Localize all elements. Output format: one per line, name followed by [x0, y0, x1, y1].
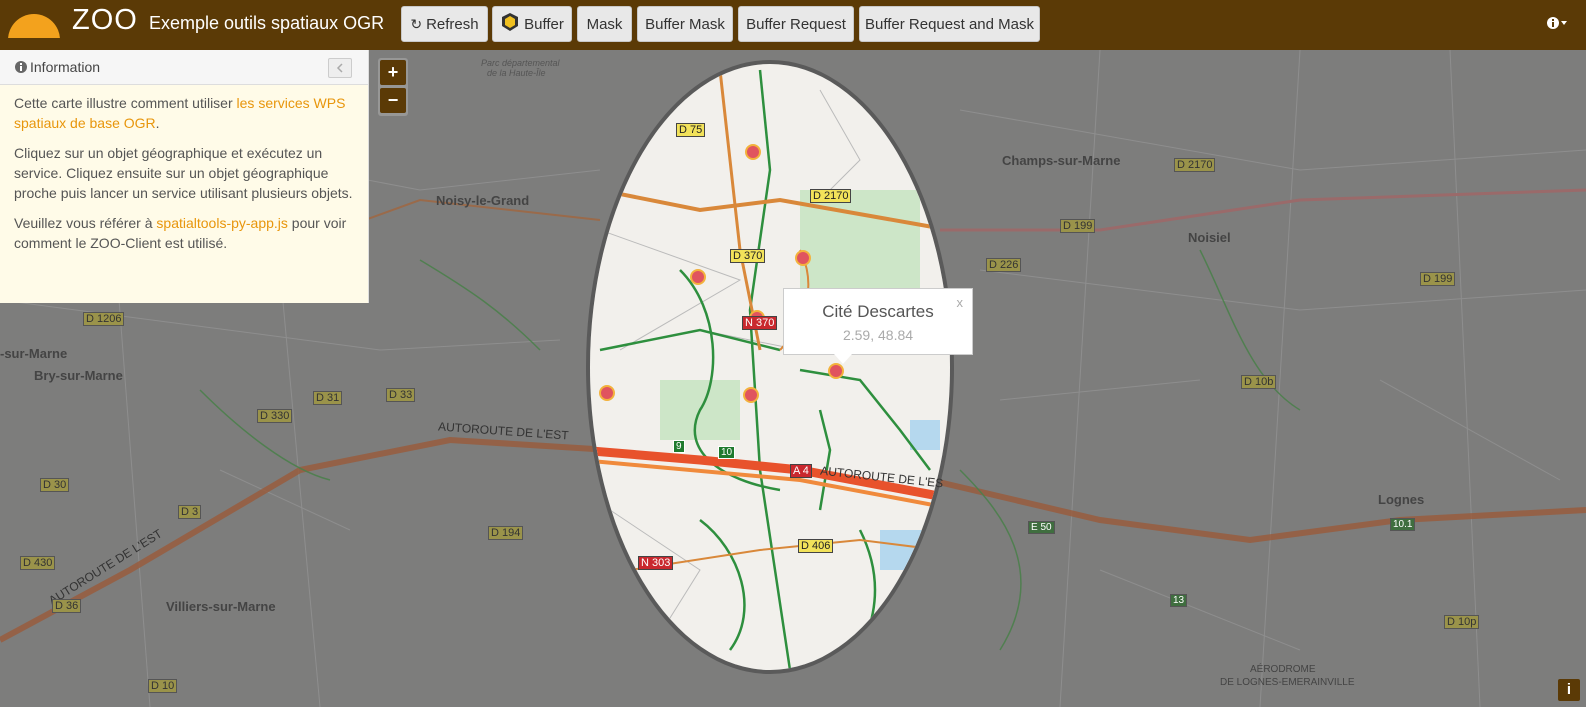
place-label: DE LOGNES-EMERAINVILLE [1220, 677, 1355, 688]
zoom-control: + − [378, 58, 408, 116]
place-label: Noisy-le-Grand [436, 193, 530, 208]
popup-coordinates: 2.59, 48.84 [842, 327, 914, 343]
road-shield: N 370 [742, 316, 778, 330]
panel-body: Cette carte illustre comment utiliser le… [0, 85, 368, 253]
buffer-mask-button[interactable]: Buffer Mask [637, 6, 733, 42]
road-shield: A 4 [790, 464, 812, 478]
panel-text: . [155, 115, 160, 131]
road-shield: 10 [718, 446, 736, 459]
info-icon [15, 60, 27, 78]
info-icon [1547, 17, 1567, 29]
popup-pointer [834, 354, 852, 364]
road-shield: D 199 [1060, 219, 1096, 233]
road-shield: D 3 [178, 505, 202, 519]
road-shield: 13 [1170, 594, 1188, 607]
road-shield: N 303 [638, 556, 674, 570]
road-shield: D 30 [40, 478, 70, 492]
attribution-button[interactable]: i [1558, 679, 1580, 701]
panel-paragraph: Cliquez sur un objet géographique et exé… [14, 145, 353, 201]
zoom-in-button[interactable]: + [380, 60, 406, 85]
road-shield: D 10p [1444, 615, 1480, 629]
panel-paragraph: Cette carte illustre comment utiliser le… [14, 93, 354, 133]
place-label: Noisiel [1188, 230, 1231, 245]
road-shield: E 50 [1028, 521, 1055, 534]
road-shield: D 10b [1241, 375, 1277, 389]
popup-title: Cité Descartes [822, 302, 934, 321]
place-label: AÉRODROME [1250, 664, 1316, 675]
panel-header: Information [0, 50, 368, 85]
road-shield: D 75 [676, 123, 706, 137]
page-title: Exemple outils spatiaux OGR [149, 13, 385, 33]
brand-name[interactable]: ZOO [72, 4, 138, 37]
road-shield: 9 [673, 440, 685, 453]
buffer-icon [500, 12, 520, 36]
road-shield: D 10 [148, 679, 178, 693]
place-label: Bry-sur-Marne [34, 368, 123, 383]
panel-text: Veuillez vous référer à [14, 215, 157, 231]
panel-text: Cette carte illustre comment utiliser [14, 95, 237, 111]
road-shield: D 406 [798, 539, 834, 553]
place-label: de la Haute-Île [487, 68, 546, 78]
popup-close-button[interactable]: x [957, 295, 964, 310]
place-label: -sur-Marne [0, 346, 68, 361]
info-dropdown-button[interactable] [1546, 15, 1567, 31]
buffer-request-and-mask-button[interactable]: Buffer Request and Mask [859, 6, 1040, 42]
place-label: Parc départemental [481, 58, 560, 68]
buffer-label: Buffer [524, 15, 564, 33]
refresh-icon: ↻ [410, 15, 423, 32]
road-shield: D 2170 [1174, 158, 1216, 172]
collapse-panel-button[interactable] [328, 58, 352, 78]
mask-button[interactable]: Mask [577, 6, 632, 42]
top-navbar: ZOO Exemple outils spatiaux OGR ↻ Refres… [0, 0, 1586, 50]
road-shield: D 2170 [810, 189, 852, 203]
road-shield: D 430 [20, 556, 56, 570]
place-label: Villiers-sur-Marne [166, 599, 276, 614]
panel-paragraph: Veuillez vous référer à spatialtools-py-… [14, 213, 354, 253]
road-shield: D 199 [1420, 272, 1456, 286]
panel-title: Information [30, 59, 101, 75]
buffer-button[interactable]: Buffer [492, 6, 572, 42]
road-shield: D 330 [257, 409, 293, 423]
road-shield: D 36 [52, 599, 82, 613]
refresh-button[interactable]: ↻ Refresh [401, 6, 488, 42]
place-label: Champs-sur-Marne [1002, 153, 1121, 168]
refresh-label: Refresh [426, 15, 479, 33]
information-panel: Information Cette carte illustre comment… [0, 50, 369, 303]
road-shield: D 370 [730, 249, 766, 263]
road-shield: 10.1 [1390, 518, 1416, 531]
buffer-request-button[interactable]: Buffer Request [738, 6, 854, 42]
road-shield: D 33 [386, 388, 416, 402]
zoo-logo-icon [6, 10, 62, 38]
road-shield: D 1206 [83, 312, 125, 326]
spatialtools-link[interactable]: spatialtools-py-app.js [156, 215, 288, 231]
zoom-out-button[interactable]: − [380, 88, 406, 113]
feature-popup: Cité Descartes 2.59, 48.84 x [783, 288, 973, 364]
road-shield: D 31 [313, 391, 343, 405]
place-label: Lognes [1378, 492, 1425, 507]
road-shield: D 226 [986, 258, 1022, 272]
chevron-left-icon [336, 63, 343, 73]
road-shield: D 194 [488, 526, 524, 540]
